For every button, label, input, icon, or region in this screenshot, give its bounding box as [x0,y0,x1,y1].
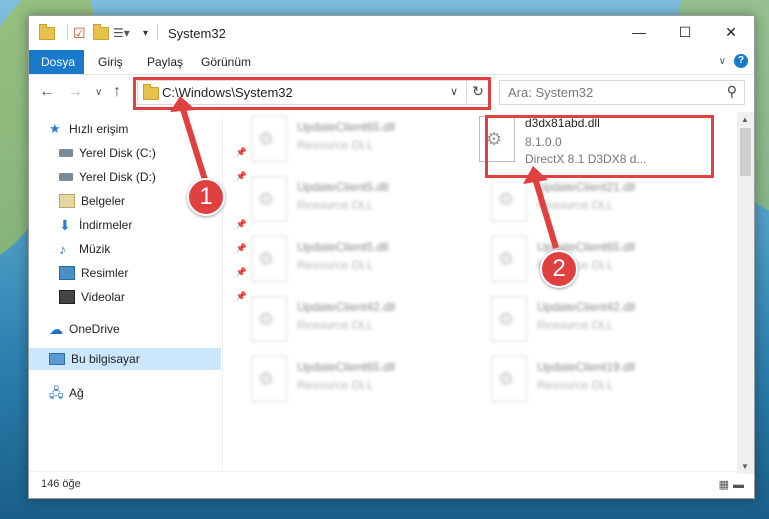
arrow-line-2 [532,177,559,249]
arrow-head-1 [170,96,196,112]
step-badge-2: 2 [540,250,578,288]
arrow-head-2 [523,166,548,184]
annotation-arrows [170,96,559,249]
arrow-line-1 [179,105,208,181]
step-badge-1: 1 [187,178,225,216]
